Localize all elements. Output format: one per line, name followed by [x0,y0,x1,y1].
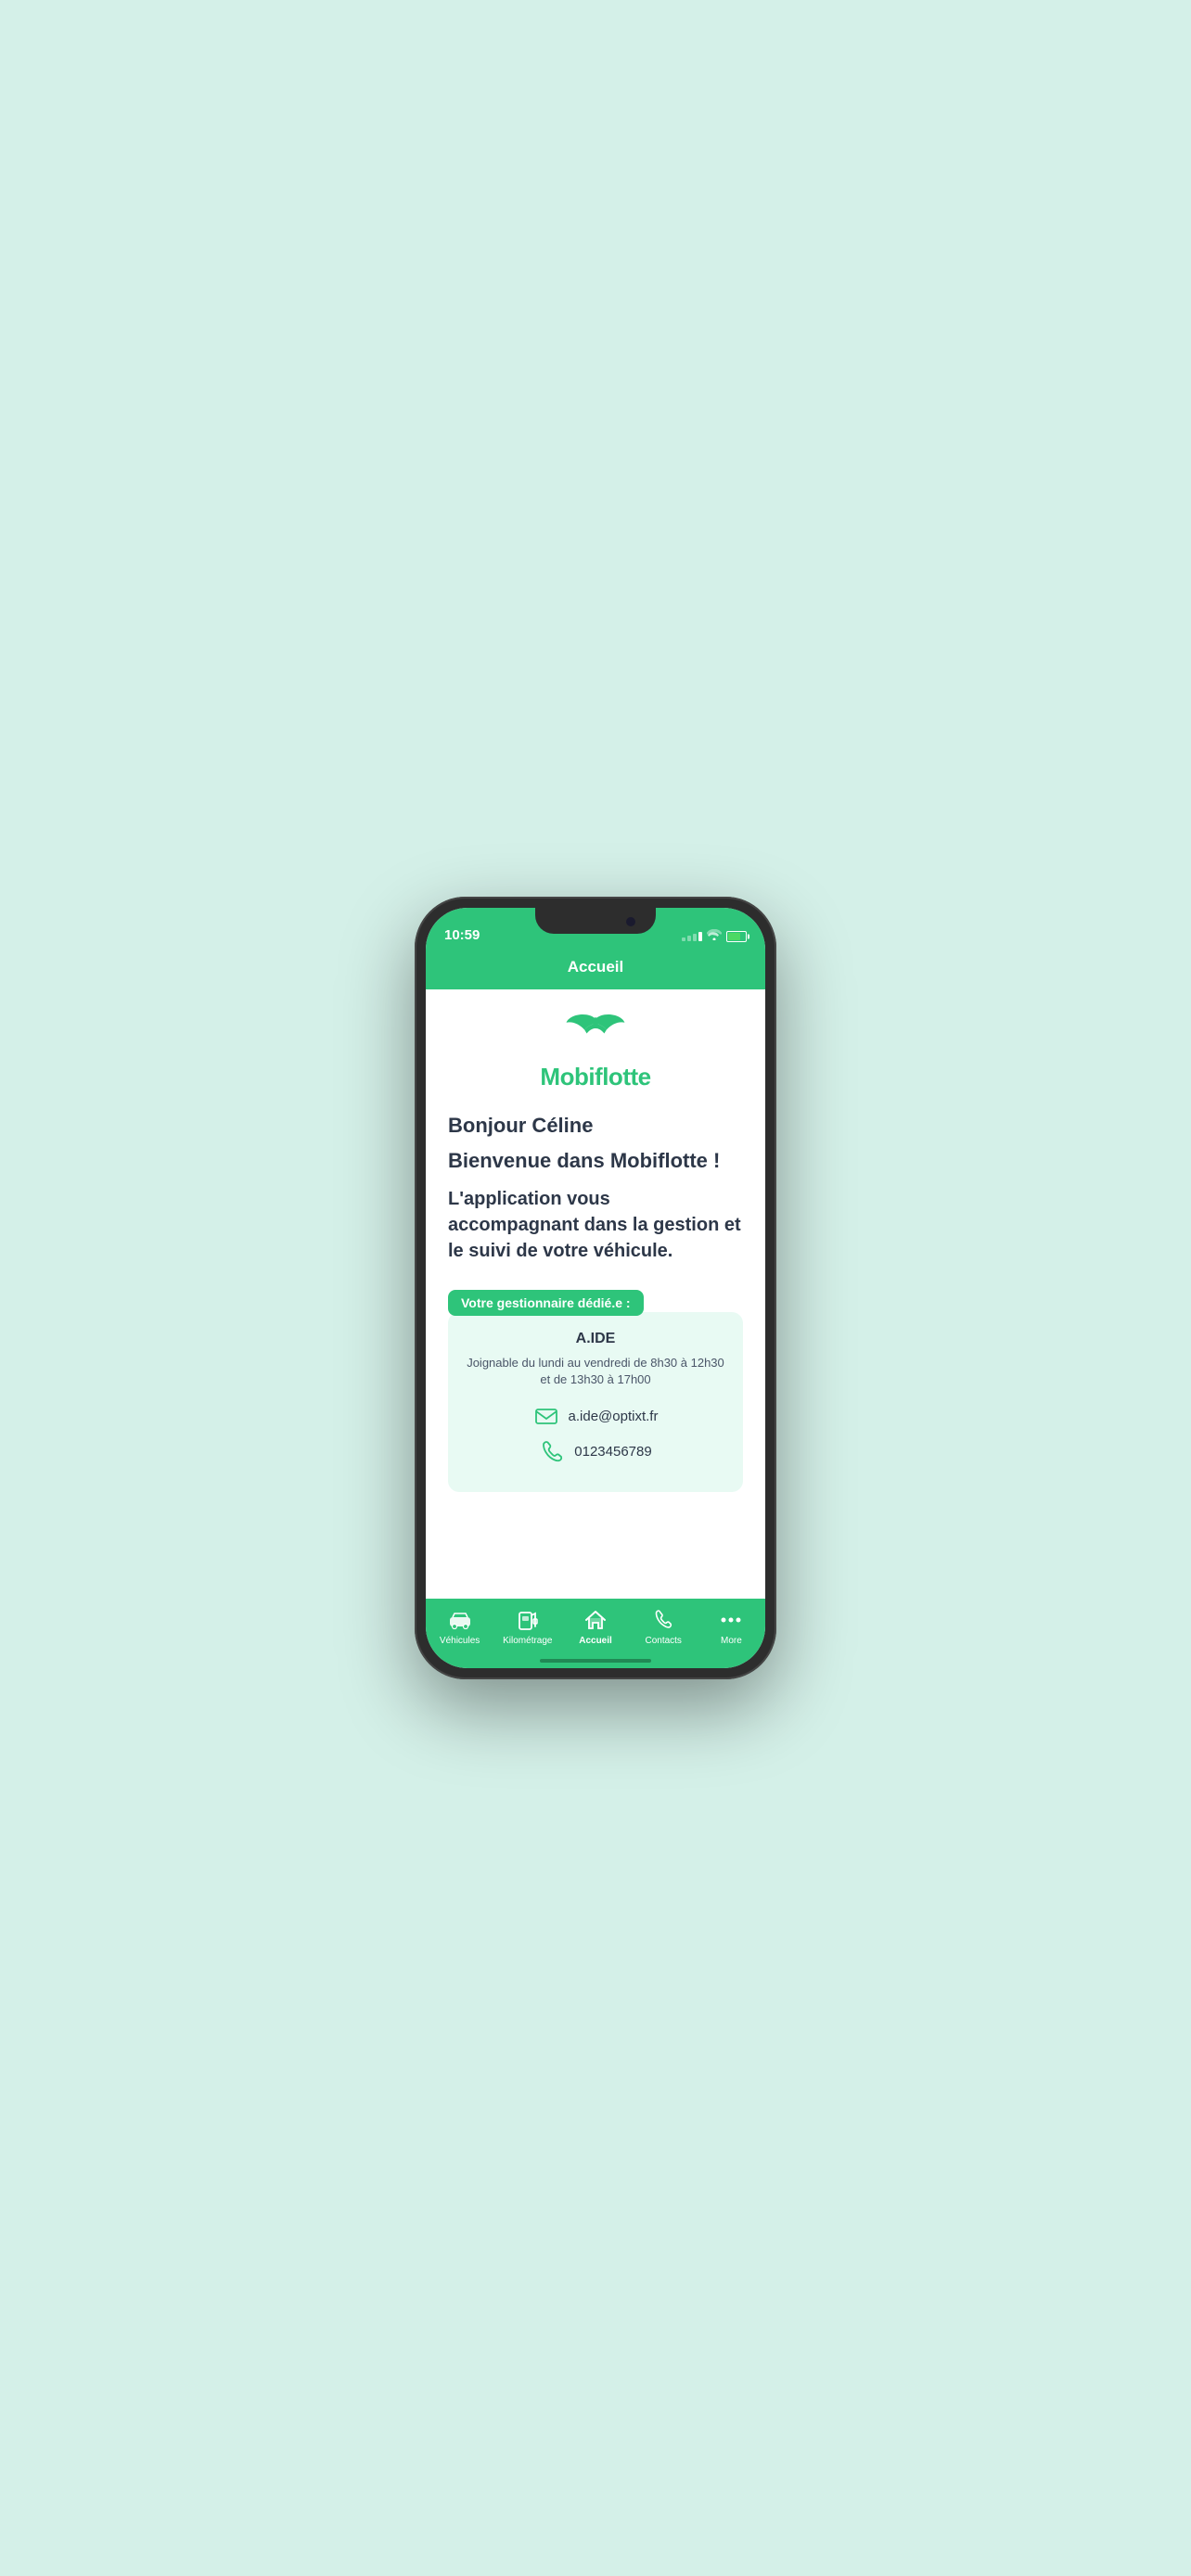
phone-icon [539,1438,565,1464]
home-indicator [540,1659,651,1663]
logo-section: Mobiflotte [448,1008,743,1091]
status-time: 10:59 [444,927,480,943]
nav-contacts[interactable]: Contacts [630,1599,698,1650]
nav-more-label: More [721,1636,742,1646]
nav-kilometrage-label: Kilométrage [503,1636,552,1646]
logo-text: Mobiflotte [540,1063,650,1091]
nav-accueil-label: Accueil [579,1636,612,1646]
home-icon [583,1608,608,1632]
manager-card: A.IDE Joignable du lundi au vendredi de … [448,1312,743,1492]
manager-section: Votre gestionnaire dédié.e : A.IDE Joign… [448,1290,743,1492]
dots-icon [719,1608,743,1632]
manager-email: a.ide@optixt.fr [569,1409,659,1424]
nav-accueil[interactable]: Accueil [561,1599,629,1650]
nav-kilometrage[interactable]: Kilométrage [493,1599,561,1650]
header-title: Accueil [568,958,623,976]
app-description: L'application vous accompagnant dans la … [448,1186,743,1264]
nav-vehicules-label: Véhicules [440,1636,480,1646]
mobiflotte-logo-icon [558,1008,633,1059]
phone-frame: 10:59 [415,897,776,1679]
bottom-nav: Véhicules Kilométrage [426,1599,765,1668]
email-icon [533,1403,559,1429]
nav-vehicules[interactable]: Véhicules [426,1599,493,1650]
welcome-title: Bienvenue dans Mobiflotte ! [448,1149,743,1173]
nav-more[interactable]: More [698,1599,765,1650]
manager-hours: Joignable du lundi au vendredi de 8h30 à… [463,1355,728,1388]
main-content: Mobiflotte Bonjour Céline Bienvenue dans… [426,989,765,1599]
status-icons [682,929,747,943]
signal-icon [682,932,702,941]
phone-row[interactable]: 0123456789 [463,1438,728,1464]
phone-screen: 10:59 [426,908,765,1668]
app-header: Accueil [426,949,765,989]
notch [535,908,656,934]
email-row[interactable]: a.ide@optixt.fr [463,1403,728,1429]
nav-contacts-label: Contacts [645,1636,681,1646]
manager-phone: 0123456789 [574,1444,651,1460]
manager-badge: Votre gestionnaire dédié.e : [448,1290,644,1316]
greeting-text: Bonjour Céline [448,1114,743,1138]
battery-icon [726,931,747,942]
manager-name: A.IDE [463,1331,728,1347]
car-icon [448,1608,472,1632]
wifi-icon [707,929,722,943]
contacts-phone-icon [651,1608,675,1632]
fuel-icon [516,1608,540,1632]
